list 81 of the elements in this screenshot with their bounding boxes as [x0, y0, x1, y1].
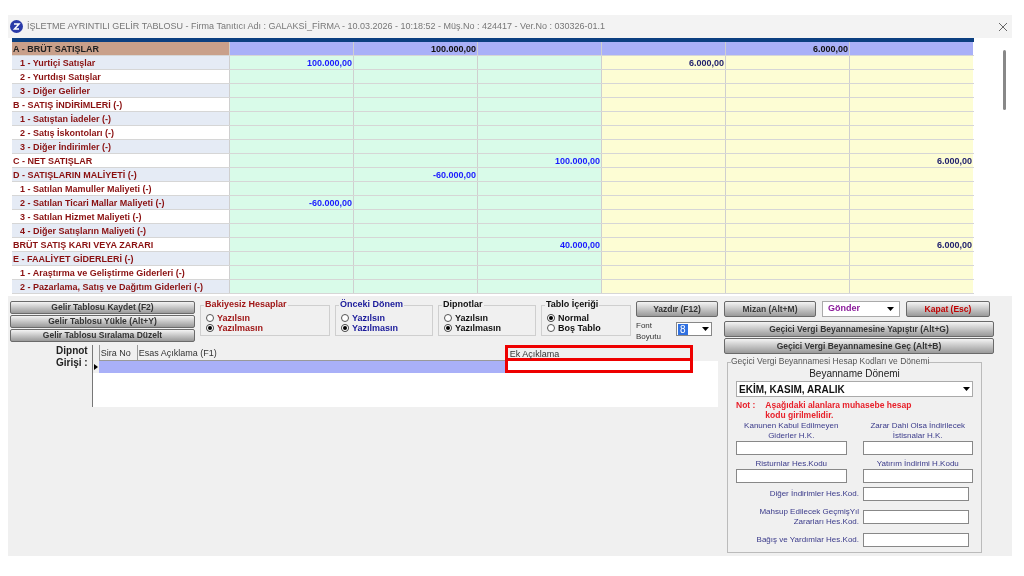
row-label: 4 - Diğer Satışların Maliyeti (-)	[12, 224, 229, 237]
field-label: Kanunen Kabul Edilmeyen Giderler H.K.	[743, 421, 840, 441]
panel-legend: Geçici Vergi Beyannamesi Hesap Kodları ve Dönemi	[731, 357, 930, 366]
radio-button[interactable]	[341, 314, 349, 322]
grid-cell[interactable]	[98, 361, 137, 373]
row-label: 3 - Diğer Gelirler	[12, 84, 229, 97]
period-label: Beyanname Dönemi	[808, 368, 901, 380]
radio-label: Yazılsın	[217, 313, 251, 323]
table-cell: 6.000,00	[849, 154, 973, 167]
field-label: Bağış ve Yardımlar Hes.Kod.	[755, 535, 859, 545]
window-title: İŞLETME AYRINTILI GELİR TABLOSU - Firma Tanıtıcı Adı : GALAKSİ_FİRMA - 10.03.2026 - 10:18:52 - Müş.No : 424417 - Ver.No : 030326-01.1	[27, 19, 607, 33]
row-label: A - BRÜT SATIŞLAR	[12, 42, 229, 55]
account-code-field[interactable]	[863, 533, 969, 547]
radio-button[interactable]	[341, 324, 349, 332]
send-dropdown[interactable]: Gönder	[822, 301, 900, 317]
scrollbar-thumb[interactable]	[1003, 50, 1006, 110]
tax-declaration-button[interactable]: Geçici Vergi Beyannamesine Geç (Alt+B)	[724, 338, 994, 354]
account-code-field[interactable]	[736, 469, 847, 483]
grid-cell[interactable]	[136, 361, 505, 373]
radio-label: Yazılsın	[455, 313, 489, 323]
account-code-field[interactable]	[862, 441, 973, 455]
print-button[interactable]: Yazdır (F12)	[636, 301, 718, 317]
radio-button[interactable]	[206, 314, 214, 322]
table-action-button[interactable]: Gelir Tablosu Sıralama Düzelt	[10, 329, 195, 342]
row-label: D - SATIŞLARIN MALİYETİ (-)	[12, 168, 229, 181]
table-cell: -60.000,00	[229, 196, 353, 209]
radio-button[interactable]	[444, 324, 452, 332]
table-cell: 100.000,00	[477, 154, 601, 167]
close-icon[interactable]	[998, 21, 1008, 32]
table-cell: 100.000,00	[353, 42, 477, 55]
font-size-label: Font Boyutu	[636, 320, 662, 342]
radio-label: Yazılmasın	[352, 323, 399, 333]
account-code-field[interactable]	[736, 441, 847, 455]
note-text: Aşağıdaki alanlara muhasebe hesap kodu girilmelidir.	[765, 400, 913, 420]
account-code-field[interactable]	[863, 487, 969, 501]
table-action-button[interactable]: Gelir Tablosu Kaydet (F2)	[10, 301, 195, 314]
row-label: E - FAALİYET GİDERLERİ (-)	[12, 252, 229, 265]
field-label: Risturnlar Hes.Kodu	[754, 459, 829, 469]
period-select[interactable]: EKİM, KASIM, ARALIK	[736, 381, 973, 397]
table-cell: 6.000,00	[849, 238, 973, 251]
row-label: 2 - Satılan Ticari Mallar Maliyeti (-)	[12, 196, 229, 209]
caret-icon	[963, 387, 970, 391]
group-title: Önceki Dönem	[339, 300, 405, 309]
group-title: Bakiyesiz Hesaplar	[204, 300, 288, 309]
group-title: Tablo İçeriği	[545, 300, 600, 309]
table-cell: 100.000,00	[229, 56, 353, 69]
font-size-select[interactable]: 8	[676, 322, 712, 336]
grid-column-header: Ek Açıklama	[504, 345, 693, 361]
field-label: Diğer İndirimler Hes.Kod.	[768, 489, 859, 499]
radio-label: Yazılmasın	[455, 323, 502, 333]
row-label: 1 - Satıştan İadeler (-)	[12, 112, 229, 125]
caret-icon	[887, 307, 894, 311]
row-label: 2 - Pazarlama, Satış ve Dağıtım Giderleri (-)	[12, 280, 229, 293]
table-action-button[interactable]: Gelir Tablosu Yükle (Alt+Y)	[10, 315, 195, 328]
group-title: Dipnotlar	[442, 300, 484, 309]
footnote-label: Dipnot Girişi :	[55, 345, 88, 370]
radio-button[interactable]	[206, 324, 214, 332]
table-cell: 6.000,00	[725, 42, 849, 55]
radio-label: Normal	[558, 313, 589, 323]
note-label: Not :	[736, 400, 756, 412]
table-cell: -60.000,00	[353, 168, 477, 181]
action-button[interactable]: Mizan (Alt+M)	[724, 301, 816, 317]
row-label: 3 - Diğer İndirimler (-)	[12, 140, 229, 153]
table-cell: 40.000,00	[477, 238, 601, 251]
tax-declaration-button[interactable]: Geçici Vergi Beyannamesine Yapıştır (Alt+G)	[724, 321, 994, 337]
field-label: Mahsup Edilecek GeçmişYıl Zararları Hes.Kod.	[758, 507, 859, 527]
grid-cell[interactable]	[504, 361, 693, 373]
radio-button[interactable]	[547, 324, 555, 332]
field-label: Zarar Dahi Olsa İndirilecek İstisnalar H.K.	[869, 421, 967, 441]
table-cell: 6.000,00	[601, 56, 725, 69]
radio-label: Yazılmasın	[217, 323, 264, 333]
action-button[interactable]: Kapat (Esc)	[906, 301, 990, 317]
radio-label: Boş Tablo	[558, 323, 601, 333]
account-code-field[interactable]	[862, 469, 973, 483]
radio-button[interactable]	[444, 314, 452, 322]
radio-label: Yazılsın	[352, 313, 386, 323]
caret-icon	[702, 327, 709, 331]
radio-button[interactable]	[547, 314, 555, 322]
field-label: Yatırım İndirimi H.Kodu	[875, 459, 960, 469]
account-code-field[interactable]	[863, 510, 969, 524]
row-label: 1 - Yurtiçi Satışlar	[12, 56, 229, 69]
